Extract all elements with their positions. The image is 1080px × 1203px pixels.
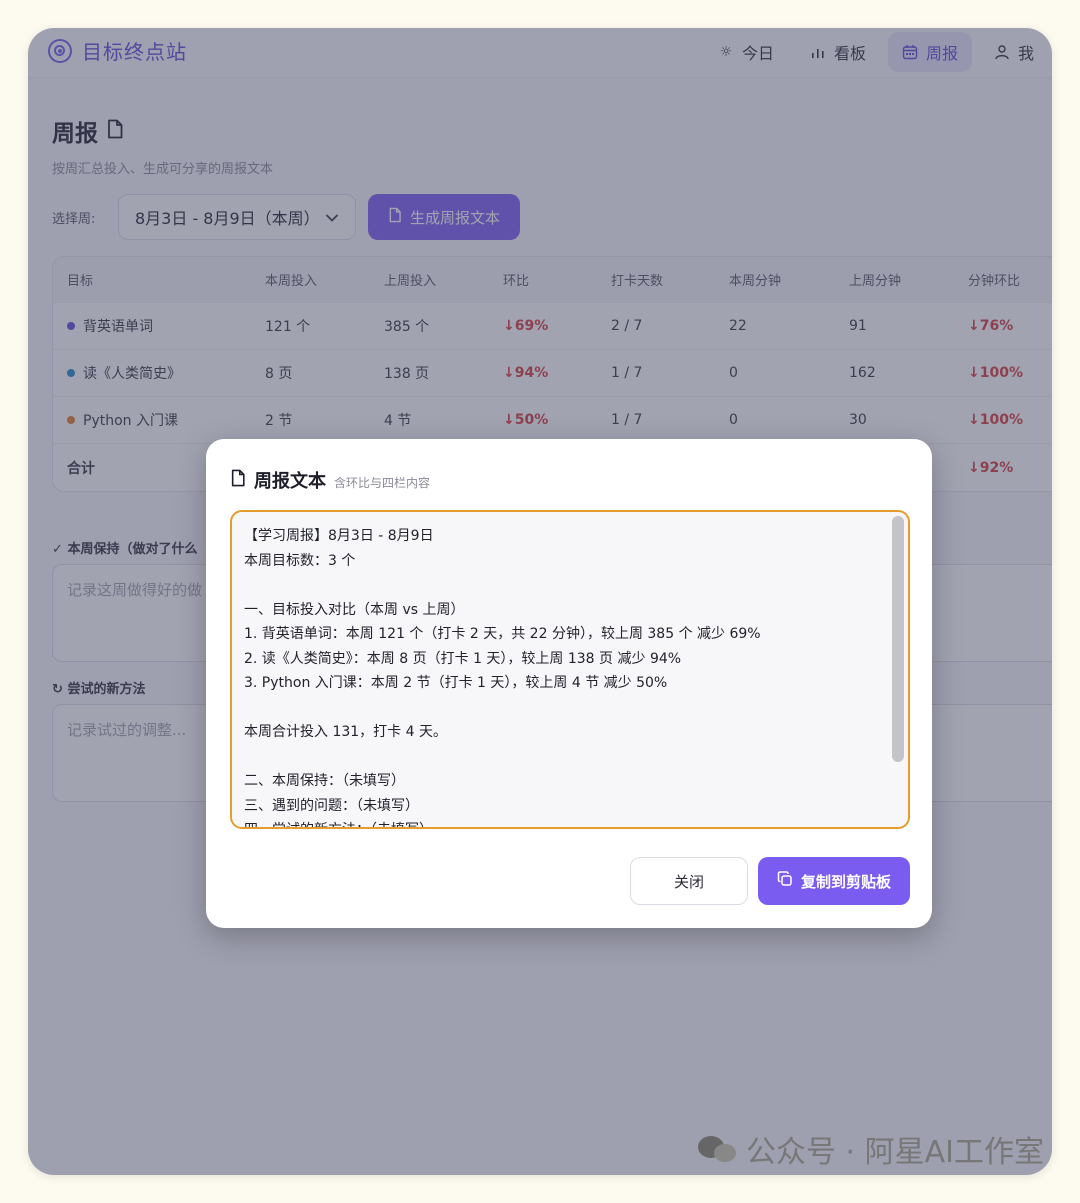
copy-icon (777, 871, 793, 891)
document-icon (230, 469, 246, 491)
modal-subtitle: 含环比与四栏内容 (334, 476, 431, 490)
report-line: 本周目标数：3 个 (244, 552, 356, 569)
report-line (244, 745, 880, 770)
copy-to-clipboard-button[interactable]: 复制到剪贴板 (758, 857, 910, 905)
app-window: 目标终点站 ☼ 今日 看板 周报 (28, 28, 1052, 1175)
report-line: 二、本周保持：（未填写） (244, 773, 405, 789)
report-line: 3. Python 入门课：本周 2 节（打卡 1 天），较上周 4 节 减少 … (244, 675, 668, 691)
modal-buttons: 关闭 复制到剪贴板 (630, 857, 910, 905)
copy-button-label: 复制到剪贴板 (800, 872, 891, 891)
modal-title: 周报文本 (254, 471, 326, 492)
weekly-report-modal: 周报文本 含环比与四栏内容 【学习周报】8月3日 - 8月9日 本周目标数：3 … (206, 439, 932, 928)
report-line: 一、目标投入对比（本周 vs 上周） (244, 601, 465, 618)
report-line: 三、遇到的问题：（未填写） (244, 797, 419, 814)
report-line: 本周合计投入 131，打卡 4 天。 (244, 724, 447, 740)
close-button[interactable]: 关闭 (630, 857, 748, 905)
textarea-scrollbar[interactable] (892, 516, 904, 762)
report-line: 四、尝试的新方法：（未填写） (244, 818, 880, 827)
watermark: 公众号 · 阿星AI工作室 (698, 1127, 1044, 1171)
close-button-label: 关闭 (673, 872, 704, 891)
report-line: 【学习周报】8月3日 - 8月9日 (244, 528, 434, 544)
report-line (244, 573, 880, 598)
watermark-text: 公众号 · 阿星AI工作室 (746, 1135, 1044, 1170)
report-textarea[interactable]: 【学习周报】8月3日 - 8月9日 本周目标数：3 个 一、目标投入对比（本周 … (230, 510, 910, 829)
report-line: 2. 读《人类简史》：本周 8 页（打卡 1 天），较上周 138 页 减少 9… (244, 650, 682, 667)
chat-bubble-icon (698, 1134, 738, 1164)
report-line (244, 696, 880, 721)
report-line: 1. 背英语单词：本周 121 个（打卡 2 天，共 22 分钟），较上周 38… (244, 626, 761, 642)
modal-header: 周报文本 含环比与四栏内容 (230, 467, 430, 493)
